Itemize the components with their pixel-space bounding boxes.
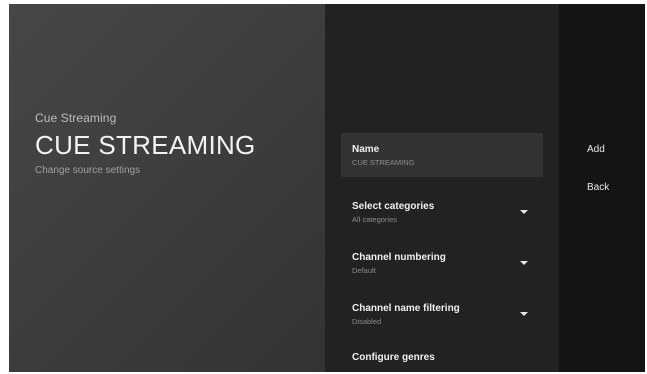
dropdown-arrow-icon xyxy=(520,261,528,265)
setting-name[interactable]: Name CUE STREAMING xyxy=(341,133,543,177)
setting-configure-genres[interactable]: Configure genres xyxy=(341,341,543,372)
dropdown-arrow-icon xyxy=(520,312,528,316)
setting-channel-name-filtering-value: Disabled xyxy=(352,317,382,326)
setting-name-value: CUE STREAMING xyxy=(352,158,415,167)
setting-configure-genres-label: Configure genres xyxy=(352,352,435,363)
setting-channel-numbering[interactable]: Channel numbering Default xyxy=(341,241,543,285)
dropdown-arrow-icon xyxy=(520,210,528,214)
source-name-label: Cue Streaming xyxy=(35,111,117,125)
setting-name-label: Name xyxy=(352,144,380,155)
setting-channel-numbering-label: Channel numbering xyxy=(352,252,446,263)
page-title: CUE STREAMING xyxy=(35,130,256,160)
actions-panel: Add Back xyxy=(559,4,645,372)
add-button[interactable]: Add xyxy=(587,144,605,155)
back-button[interactable]: Back xyxy=(587,182,609,193)
page-subtitle: Change source settings xyxy=(35,165,141,176)
setting-channel-name-filtering-label: Channel name filtering xyxy=(352,303,460,314)
setting-channel-numbering-value: Default xyxy=(352,266,376,275)
setting-channel-name-filtering[interactable]: Channel name filtering Disabled xyxy=(341,292,543,336)
setting-select-categories-value: All categories xyxy=(352,215,398,224)
settings-list: Name CUE STREAMING Select categories All… xyxy=(325,4,559,372)
tv-screen: Cue Streaming CUE STREAMING Change sourc… xyxy=(9,4,645,372)
setting-select-categories-label: Select categories xyxy=(352,201,435,212)
source-info-panel: Cue Streaming CUE STREAMING Change sourc… xyxy=(9,4,325,372)
setting-select-categories[interactable]: Select categories All categories xyxy=(341,190,543,234)
